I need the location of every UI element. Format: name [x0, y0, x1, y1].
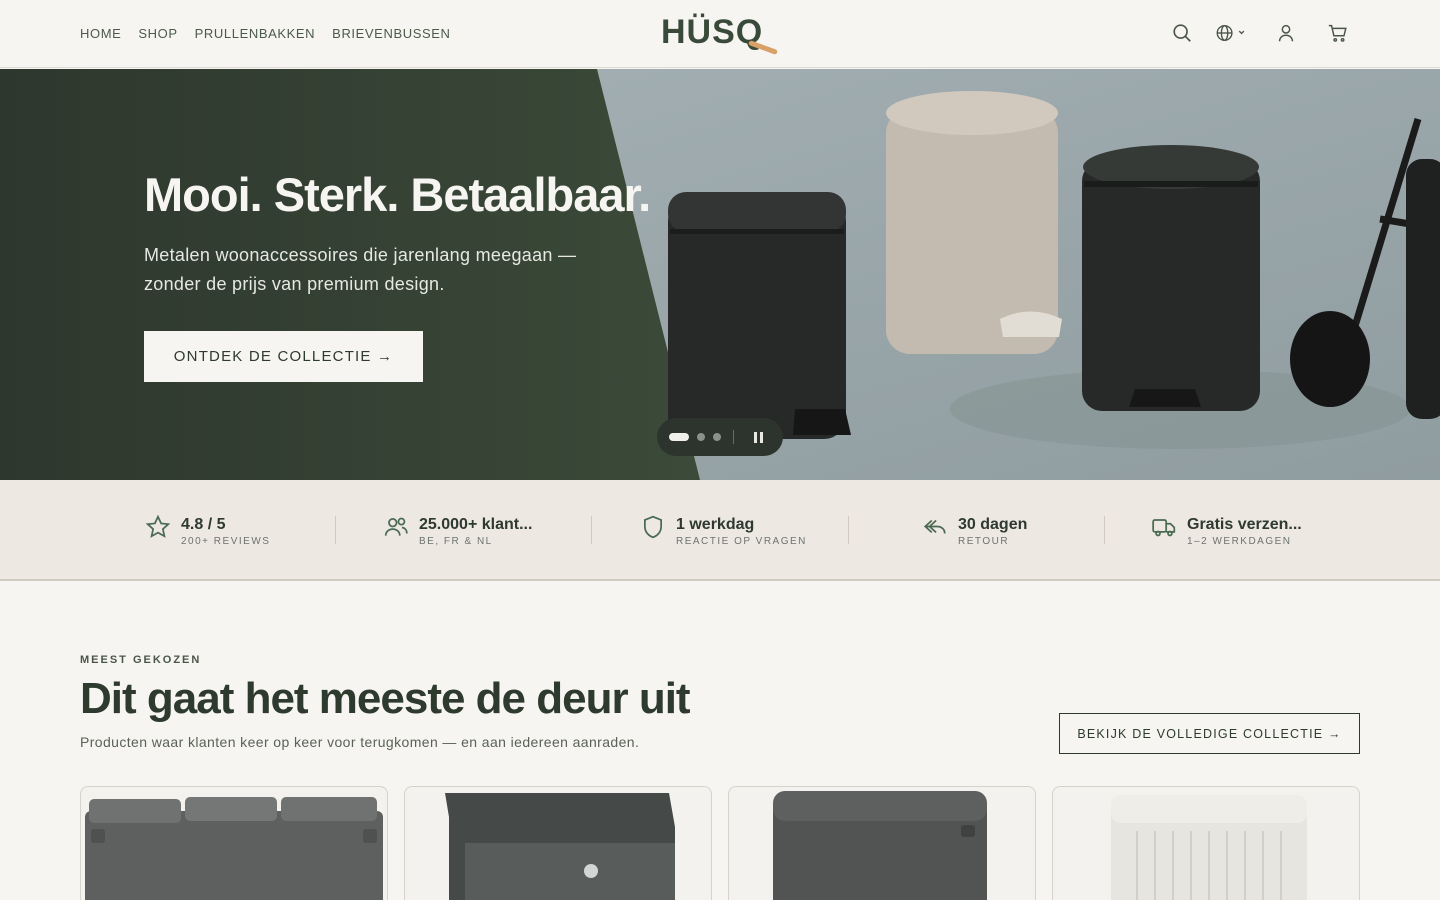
truck-icon [1152, 519, 1176, 537]
logo-text: HÜSQ [661, 13, 764, 51]
slide-dot-1[interactable] [669, 433, 689, 441]
trust-bar: 4.8 / 5 200+ REVIEWS 25.000+ klant... BE… [0, 480, 1440, 581]
slide-dot-2[interactable] [697, 433, 705, 441]
trust-title: Gratis verzen... [1187, 516, 1302, 533]
discover-collection-button[interactable]: ONTDEK DE COLLECTIE → [144, 331, 423, 382]
trust-subtitle: BE, FR & NL [419, 536, 493, 547]
shield-icon [644, 515, 662, 539]
trust-title: 30 dagen [958, 516, 1028, 533]
product-card[interactable] [728, 786, 1036, 900]
pause-icon[interactable] [748, 427, 768, 447]
logo[interactable]: HÜSQ [661, 13, 781, 55]
trust-title: 4.8 / 5 [181, 516, 226, 533]
product-image [1111, 795, 1307, 900]
view-full-collection-button[interactable]: BEKIJK DE VOLLEDIGE COLLECTIE → [1059, 713, 1360, 754]
hero-banner: Mooi. Sterk. Betaalbaar. Metalen woonacc… [0, 69, 1440, 480]
users-icon [384, 517, 408, 536]
section-eyebrow: MEEST GEKOZEN [80, 654, 202, 666]
main-nav: HOME SHOP PRULLENBAKKEN BRIEVENBUSSEN [80, 26, 451, 41]
trust-divider [848, 516, 849, 544]
product-card[interactable] [80, 786, 388, 900]
section-title: Dit gaat het meeste de deur uit [80, 674, 691, 723]
site-header: HOME SHOP PRULLENBAKKEN BRIEVENBUSSEN HÜ… [0, 0, 1440, 68]
nav-shop[interactable]: SHOP [138, 26, 177, 41]
account-icon[interactable] [1273, 20, 1299, 46]
search-icon[interactable] [1169, 20, 1195, 46]
slide-dot-3[interactable] [713, 433, 721, 441]
trust-divider [591, 516, 592, 544]
product-card[interactable] [1052, 786, 1360, 900]
nav-home[interactable]: HOME [80, 26, 121, 41]
cart-icon[interactable] [1325, 20, 1351, 46]
product-image [773, 791, 987, 900]
product-image [445, 793, 675, 900]
trust-subtitle: 200+ REVIEWS [181, 536, 271, 547]
nav-prullenbakken[interactable]: PRULLENBAKKEN [195, 26, 316, 41]
product-image [85, 797, 383, 900]
controls-divider [733, 430, 734, 444]
trust-divider [1104, 516, 1105, 544]
return-icon [923, 519, 946, 534]
product-card[interactable] [404, 786, 712, 900]
nav-brievenbussen[interactable]: BRIEVENBUSSEN [332, 26, 450, 41]
trust-title: 25.000+ klant... [419, 516, 533, 533]
trust-subtitle: RETOUR [958, 536, 1010, 547]
trust-divider [335, 516, 336, 544]
hero-subtitle: Metalen woonaccessoires die jarenlang me… [144, 245, 577, 294]
trust-title: 1 werkdag [676, 516, 755, 533]
trust-subtitle: 1–2 WERKDAGEN [1187, 536, 1292, 547]
trust-subtitle: REACTIE OP VRAGEN [676, 536, 807, 547]
section-subtitle: Producten waar klanten keer op keer voor… [80, 734, 640, 750]
star-icon [145, 514, 171, 538]
hero-title: Mooi. Sterk. Betaalbaar. [144, 168, 651, 221]
globe-icon[interactable] [1213, 20, 1249, 46]
slider-controls [657, 418, 783, 456]
